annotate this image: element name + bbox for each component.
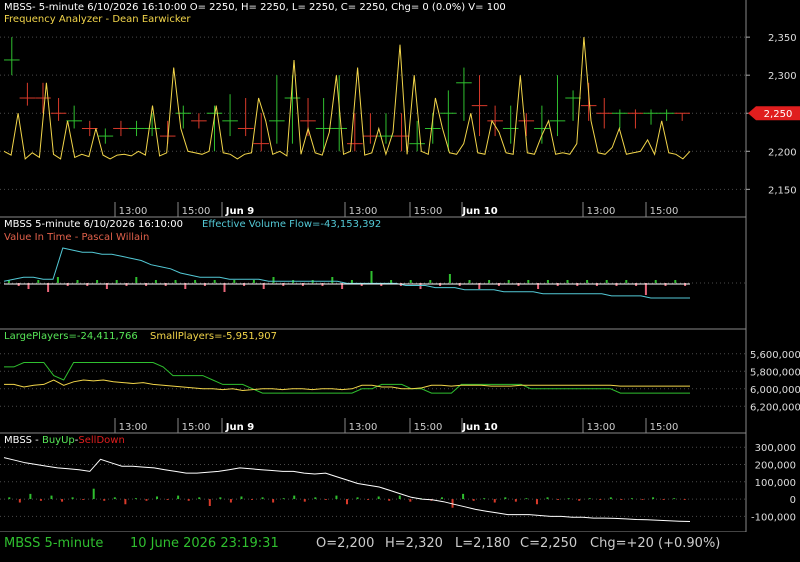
effective-volume-flow-line bbox=[3, 247, 690, 299]
time-tick-label: Jun 9 bbox=[225, 422, 254, 433]
time-tick-label: 13:00 bbox=[119, 422, 148, 433]
price-flag-label: 2,250 bbox=[764, 109, 793, 120]
status-bar: MBSS 5-minute 10 June 2026 23:19:31 O=2,… bbox=[0, 532, 800, 562]
time-tick-label: 15:00 bbox=[650, 206, 679, 217]
chart-canvas: 2,3502,3002,2502,2002,1502,25013:0015:00… bbox=[0, 0, 800, 532]
price-tick-label: 2,350 bbox=[768, 33, 797, 44]
players-tick-label: 6,200,000 bbox=[750, 402, 800, 413]
buyup-selldown-line bbox=[3, 457, 691, 522]
time-tick-label: 13:00 bbox=[587, 422, 616, 433]
time-tick-label: Jun 9 bbox=[225, 206, 254, 217]
price-tick-label: 2,200 bbox=[768, 147, 797, 158]
bsd-tick-label: 100,000 bbox=[755, 478, 796, 489]
status-open: O=2,200 bbox=[316, 536, 375, 551]
time-tick-label: 13:00 bbox=[119, 206, 148, 217]
time-tick-label: 15:00 bbox=[182, 422, 211, 433]
bsd-tick-label: 0 bbox=[790, 495, 796, 506]
players-tick-label: 5,800,000 bbox=[750, 367, 800, 378]
time-tick-label: 15:00 bbox=[414, 206, 443, 217]
time-tick-label: Jun 10 bbox=[461, 206, 497, 217]
time-tick-label: 13:00 bbox=[349, 422, 378, 433]
players-tick-label: 6,000,000 bbox=[750, 385, 800, 396]
bsd-tick-label: 300,000 bbox=[755, 443, 796, 454]
price-tick-label: 2,150 bbox=[768, 185, 797, 196]
large-players-line bbox=[4, 362, 690, 394]
bsd-tick-label: -100,000 bbox=[751, 512, 796, 523]
bsd-tick-label: 200,000 bbox=[755, 460, 796, 471]
time-tick-label: Jun 10 bbox=[461, 422, 497, 433]
players-tick-label: 5,600,000 bbox=[750, 350, 800, 361]
time-tick-label: 15:00 bbox=[182, 206, 211, 217]
status-symbol: MBSS 5-minute bbox=[4, 536, 104, 551]
price-tick-label: 2,300 bbox=[768, 71, 797, 82]
frequency-analyzer-line bbox=[3, 37, 691, 160]
time-tick-label: 13:00 bbox=[587, 206, 616, 217]
status-date: 10 June 2026 23:19:31 bbox=[130, 536, 279, 551]
time-tick-label: 13:00 bbox=[349, 206, 378, 217]
status-close: C=2,250 bbox=[520, 536, 578, 551]
time-tick-label: 15:00 bbox=[414, 422, 443, 433]
status-high: H=2,320 bbox=[385, 536, 443, 551]
time-tick-label: 15:00 bbox=[650, 422, 679, 433]
status-change: Chg=+20 (+0.90%) bbox=[590, 536, 721, 551]
status-low: L=2,180 bbox=[455, 536, 511, 551]
